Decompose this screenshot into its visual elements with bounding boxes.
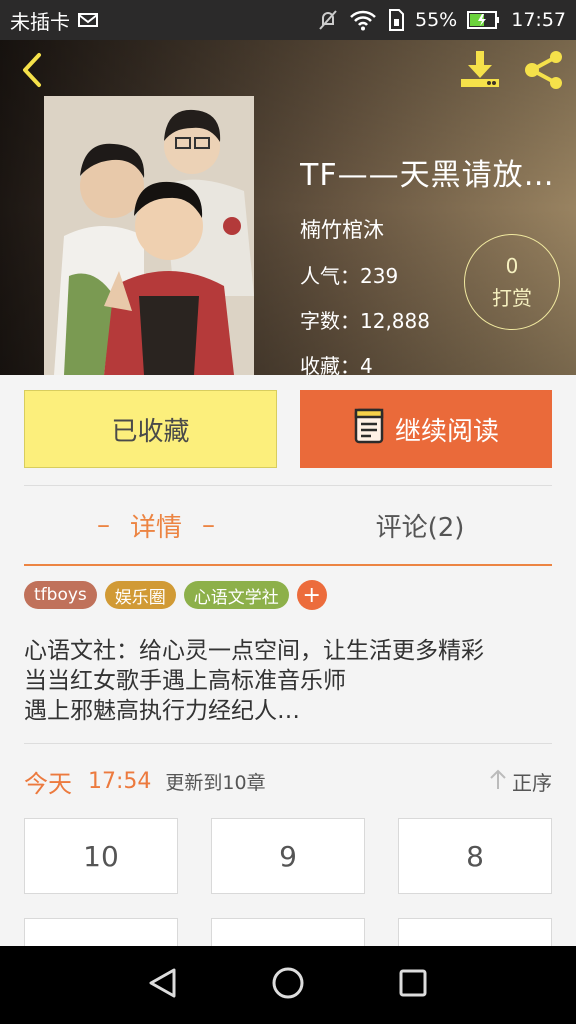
tab-comments[interactable]: 评论(2)	[288, 486, 552, 564]
favorites-stat: 收藏：4	[300, 350, 570, 375]
add-tag-button[interactable]: +	[296, 580, 327, 610]
clock: 17:57	[511, 9, 566, 31]
battery-percent: 55%	[415, 9, 458, 31]
description-line: 遇上邪魅高执行力经纪人…	[24, 698, 300, 724]
popularity-value: 239	[360, 264, 399, 288]
update-day: 今天	[24, 769, 72, 798]
tag-list: tfboys 娱乐圈 心语文学社 +	[24, 580, 327, 610]
description-line: 当当红女歌手遇上高标准音乐师	[24, 668, 346, 694]
book-cover-image	[44, 96, 254, 375]
system-nav-bar	[0, 946, 576, 1024]
book-icon	[353, 407, 387, 452]
tab-detail[interactable]: – 详情 –	[24, 486, 288, 564]
mail-icon	[78, 12, 98, 28]
status-bar: 未插卡 55% 17:57	[0, 0, 576, 40]
nav-home-button[interactable]	[271, 966, 305, 1004]
tip-label: 打赏	[492, 285, 532, 310]
book-header: TF——天黑请放… 楠竹棺沐 人气：239 字数：12,888 收藏：4 0 打…	[0, 40, 576, 375]
divider	[24, 743, 552, 744]
chapter-button[interactable]: 8	[398, 818, 552, 894]
download-icon	[459, 49, 501, 95]
tip-count: 0	[505, 253, 519, 278]
sort-label: 正序	[512, 770, 552, 795]
update-row: 今天 17:54 更新到10章 正序	[24, 764, 552, 798]
triangle-back-icon	[149, 968, 176, 998]
continue-reading-button[interactable]: 继续阅读	[300, 390, 552, 468]
battery-icon	[467, 11, 501, 29]
back-button[interactable]	[14, 52, 50, 92]
tab-detail-dash-right: –	[202, 510, 215, 540]
wordcount-value: 12,888	[360, 309, 430, 333]
favorite-button[interactable]: 已收藏	[24, 390, 277, 468]
tab-comments-label: 评论(2)	[375, 512, 465, 543]
share-button[interactable]	[520, 50, 568, 94]
share-icon	[522, 50, 566, 94]
arrow-up-icon	[490, 768, 506, 795]
update-text: 更新到10章	[165, 771, 266, 794]
chapter-button[interactable]: 10	[24, 818, 178, 894]
nav-back-button[interactable]	[146, 966, 180, 1004]
back-icon	[17, 52, 47, 92]
description-line: 心语文社：给心灵一点空间，让生活更多精彩	[24, 638, 484, 664]
popularity-label: 人气：	[300, 264, 360, 288]
square-recents-icon	[399, 969, 427, 997]
tab-detail-label: 详情	[129, 512, 182, 543]
favorites-label: 收藏：	[300, 354, 360, 375]
update-time: 17:54	[88, 768, 152, 794]
favorites-value: 4	[360, 354, 373, 375]
chapter-button[interactable]: 9	[211, 818, 365, 894]
continue-reading-label: 继续阅读	[394, 416, 499, 447]
carrier-text: 未插卡	[10, 9, 70, 34]
book-title: TF——天黑请放…	[300, 158, 555, 193]
tab-bar: – 详情 – 评论(2)	[0, 486, 576, 566]
download-button[interactable]	[458, 50, 502, 94]
tip-button[interactable]: 0 打赏	[464, 234, 560, 330]
tab-detail-dash-left: –	[96, 510, 110, 540]
sim-icon	[387, 9, 405, 31]
wordcount-label: 字数：	[300, 309, 360, 333]
action-bar: 已收藏 继续阅读	[0, 375, 576, 487]
nav-recents-button[interactable]	[396, 966, 430, 1004]
tag-chip[interactable]: tfboys	[24, 581, 97, 609]
sort-toggle[interactable]: 正序	[490, 767, 552, 796]
wifi-icon	[349, 9, 377, 31]
tag-chip[interactable]: 娱乐圈	[104, 581, 176, 609]
circle-home-icon	[272, 967, 304, 999]
book-description[interactable]: 心语文社：给心灵一点空间，让生活更多精彩 当当红女歌手遇上高标准音乐师 遇上邪魅…	[24, 636, 554, 726]
tag-chip[interactable]: 心语文学社	[183, 581, 289, 609]
tab-underline	[24, 564, 552, 566]
mute-icon	[317, 9, 339, 31]
